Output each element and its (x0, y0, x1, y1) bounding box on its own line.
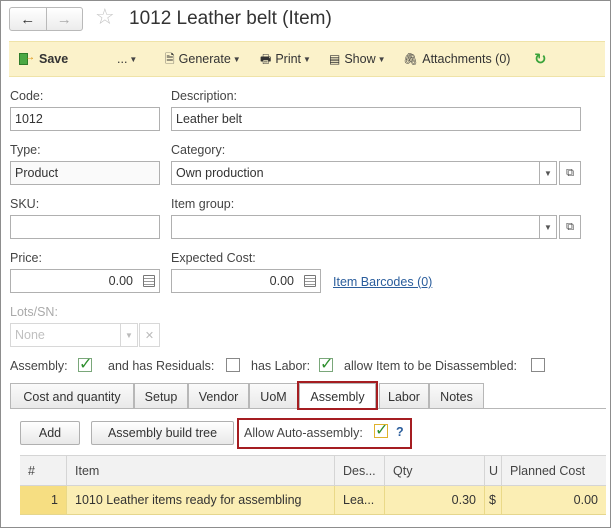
close-icon: ✕ (144, 329, 155, 342)
table-row[interactable]: 1 1010 Leather items ready for assemblin… (20, 486, 606, 515)
code-label: Code: (10, 89, 44, 103)
print-button[interactable]: 🖶 Print ▼ (260, 42, 311, 76)
chevron-down-icon: ▼ (125, 330, 133, 340)
tab-vendor[interactable]: Vendor (188, 383, 249, 409)
add-button[interactable]: Add (20, 421, 80, 445)
sku-label: SKU: (10, 197, 40, 211)
disassemble-checkbox[interactable] (531, 358, 545, 372)
assembly-tab-highlight (297, 381, 378, 410)
column-unit[interactable]: U (485, 456, 502, 486)
arrow-right-icon: → (56, 10, 72, 28)
category-value: Own production (176, 166, 264, 180)
calculator-icon[interactable] (304, 275, 316, 287)
category-open-button[interactable]: ⧉ (559, 161, 581, 185)
lots-label: Lots/SN: (10, 305, 58, 319)
auto-assembly-highlight (237, 418, 412, 449)
price-value: 0.00 (108, 274, 133, 288)
row-item[interactable]: 1010 Leather items ready for assembling (67, 486, 335, 514)
printer-icon: 🖶 (260, 52, 272, 66)
arrow-left-icon: ← (20, 10, 36, 28)
tab-labor[interactable]: Labor (379, 383, 429, 409)
chevron-down-icon: ▼ (377, 54, 386, 64)
lots-placeholder: None (15, 328, 45, 342)
lots-clear-button[interactable]: ✕ (139, 323, 160, 347)
column-item[interactable]: Item (67, 456, 335, 486)
column-planned-cost[interactable]: Planned Cost (502, 456, 606, 486)
save-button[interactable]: → Save (19, 42, 68, 76)
tab-cost-and-quantity[interactable]: Cost and quantity (10, 383, 134, 409)
item-barcodes-link[interactable]: Item Barcodes (0) (333, 275, 432, 289)
open-icon: ⧉ (566, 166, 574, 179)
forward-button[interactable]: → (47, 8, 83, 30)
back-button[interactable]: ← (10, 8, 47, 30)
navigation-buttons: ← → (9, 7, 83, 31)
page-title: 1012 Leather belt (Item) (129, 8, 332, 29)
has-labor-label: has Labor: (251, 359, 311, 373)
refresh-icon: ↻ (534, 51, 547, 68)
type-label: Type: (10, 143, 41, 157)
row-number: 1 (20, 486, 67, 514)
category-field[interactable]: Own production ▼ (171, 161, 557, 185)
row-description[interactable]: Lea... (335, 486, 385, 514)
item-group-open-button[interactable]: ⧉ (559, 215, 581, 239)
row-unit[interactable]: $ (485, 486, 502, 514)
has-labor-checkbox[interactable] (319, 354, 333, 374)
show-button[interactable]: ▤ Show ▼ (329, 42, 386, 76)
type-field[interactable]: Product (10, 161, 160, 185)
command-bar: → Save ... ▼ 🗎 Generate ▼ 🖶 Print ▼ ▤ Show ▼… (9, 41, 605, 77)
assembly-flag-label: Assembly: (10, 359, 68, 373)
tab-notes[interactable]: Notes (429, 383, 484, 409)
chevron-down-icon: ▼ (544, 222, 552, 232)
column-number[interactable]: # (20, 456, 67, 486)
save-icon: → (19, 52, 35, 66)
chevron-down-icon: ▼ (544, 168, 552, 178)
disassemble-label: allow Item to be Disassembled: (344, 359, 517, 373)
assembly-build-tree-button[interactable]: Assembly build tree (91, 421, 234, 445)
code-field[interactable]: 1012 (10, 107, 160, 131)
description-field[interactable]: Leather belt (171, 107, 581, 131)
lots-dropdown-button[interactable]: ▼ (120, 324, 137, 346)
has-residuals-label: and has Residuals: (108, 359, 215, 373)
item-group-field[interactable]: ▼ (171, 215, 557, 239)
calculator-icon[interactable] (143, 275, 155, 287)
chevron-down-icon: ▼ (303, 54, 311, 64)
description-label: Description: (171, 89, 237, 103)
tab-uom[interactable]: UoM (249, 383, 298, 409)
chevron-down-icon: ▼ (232, 54, 241, 64)
report-icon: ▤ (329, 52, 341, 66)
has-residuals-checkbox[interactable] (226, 358, 240, 372)
paperclip-icon: 🖇 (403, 52, 419, 66)
tab-setup[interactable]: Setup (134, 383, 188, 409)
expected-cost-field[interactable]: 0.00 (171, 269, 321, 293)
lots-field[interactable]: None ▼ (10, 323, 138, 347)
column-description[interactable]: Des... (335, 456, 385, 486)
chevron-down-icon: ▼ (129, 54, 138, 64)
expected-cost-value: 0.00 (269, 274, 294, 288)
generate-icon: 🗎 (165, 52, 175, 66)
attachments-button[interactable]: 🖇 Attachments (0) (403, 42, 510, 76)
row-planned-cost[interactable]: 0.00 (502, 486, 606, 514)
category-label: Category: (171, 143, 226, 157)
open-icon: ⧉ (566, 220, 574, 233)
assembly-table-header: # Item Des... Qty U Planned Cost (20, 455, 606, 486)
item-form-window: ← → ☆ 1012 Leather belt (Item) → Save ..… (0, 0, 611, 528)
category-dropdown-button[interactable]: ▼ (539, 162, 556, 184)
price-label: Price: (10, 251, 42, 265)
column-qty[interactable]: Qty (385, 456, 485, 486)
item-group-dropdown-button[interactable]: ▼ (539, 216, 556, 238)
assembly-checkbox[interactable] (78, 354, 92, 374)
price-field[interactable]: 0.00 (10, 269, 160, 293)
item-group-label: Item group: (171, 197, 235, 211)
star-icon[interactable]: ☆ (95, 6, 115, 28)
sku-field[interactable] (10, 215, 160, 239)
refresh-button[interactable]: ↻ (534, 42, 547, 76)
more-actions-button[interactable]: ... ▼ (117, 42, 137, 76)
generate-button[interactable]: 🗎 Generate ▼ (165, 42, 241, 76)
row-qty[interactable]: 0.30 (385, 486, 485, 514)
expected-cost-label: Expected Cost: (171, 251, 256, 265)
